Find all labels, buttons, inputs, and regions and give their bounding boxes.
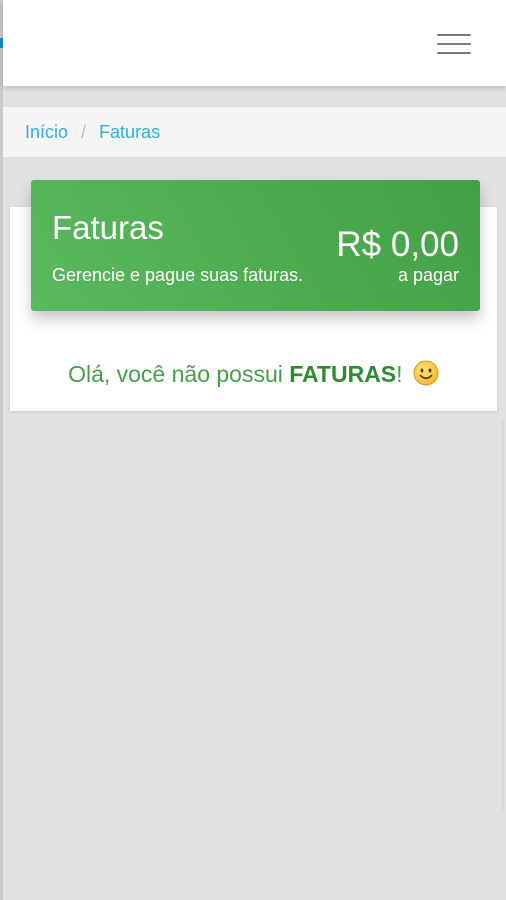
hamburger-menu-icon[interactable] [437,34,471,54]
breadcrumb-home-link[interactable]: Início [25,122,68,143]
invoices-banner: Faturas Gerencie e pague suas faturas. R… [31,180,480,311]
breadcrumb-current-link[interactable]: Faturas [99,122,160,143]
breadcrumb-separator: / [81,121,87,142]
amount-due-label: a pagar [397,265,459,285]
empty-state-prefix: Olá, você não possui [68,361,290,387]
page-title: Faturas [52,209,164,246]
amount-due: R$ 0,00 [336,225,459,264]
smiley-face-icon [413,360,439,392]
breadcrumb: Início / Faturas [3,107,506,157]
empty-state-suffix: ! [396,361,403,387]
page-subtitle: Gerencie e pague suas faturas. [52,265,304,285]
top-navbar [3,0,506,86]
scrollbar[interactable] [502,420,504,810]
empty-state-highlight: FATURAS [289,361,397,387]
empty-state-message: Olá, você não possui FATURAS! [10,360,497,392]
